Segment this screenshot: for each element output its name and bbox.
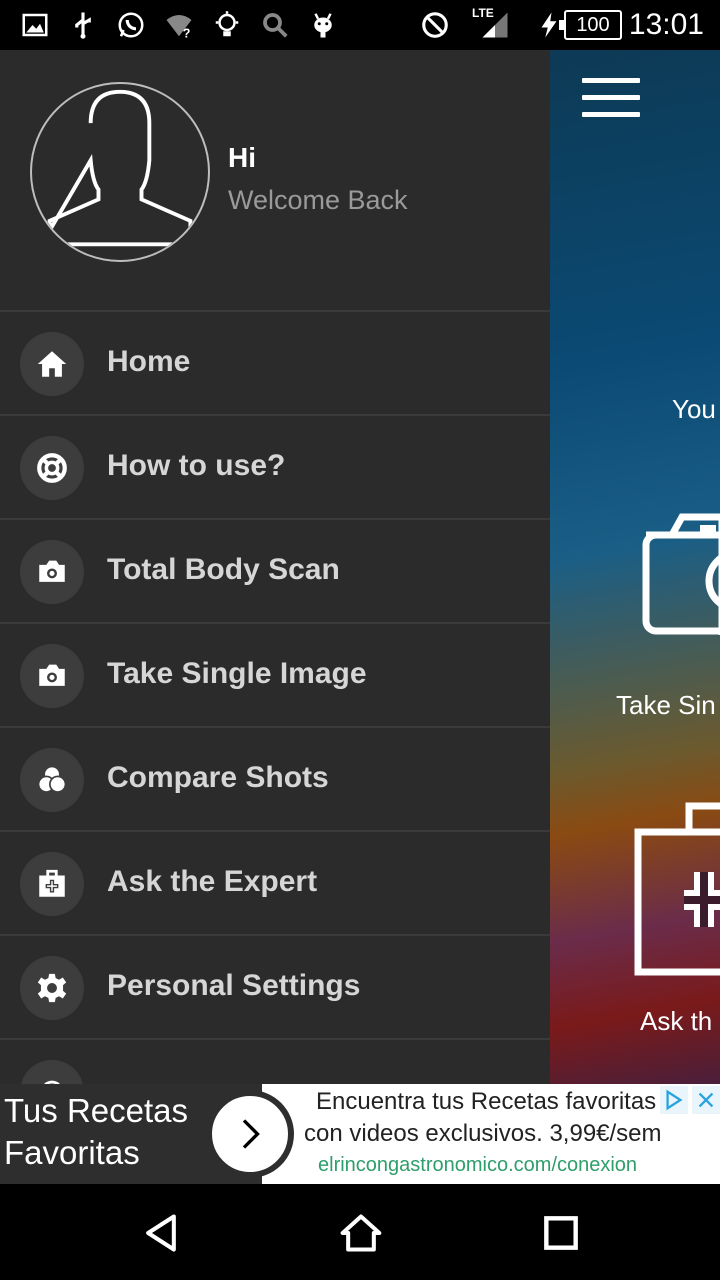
menu-item-compare-shots[interactable]: Compare Shots — [0, 728, 550, 832]
avatar[interactable] — [30, 82, 210, 262]
menu-item-personal-settings[interactable]: Personal Settings — [0, 936, 550, 1040]
usb-icon — [66, 8, 100, 42]
navigation-drawer: Hi Welcome Back Home How to use? Total B… — [0, 50, 550, 1084]
gallery-icon — [18, 8, 52, 42]
gear-icon — [20, 956, 84, 1020]
menu-item-how-to-use[interactable]: How to use? — [0, 416, 550, 520]
clock: 13:01 — [628, 8, 704, 41]
menu-label: Compare Shots — [107, 761, 329, 794]
camera-icon — [20, 540, 84, 604]
background-text-ask: Ask th — [640, 1006, 713, 1036]
background-text-you: You — [672, 394, 716, 424]
welcome-text: Welcome Back — [228, 185, 408, 215]
ad-line-1: Encuentra tus Recetas favoritas — [316, 1088, 657, 1115]
camera-large-icon[interactable] — [642, 505, 720, 635]
menu-item-partial[interactable] — [0, 1040, 550, 1084]
medical-kit-large-icon[interactable] — [634, 802, 720, 977]
menu-item-home[interactable]: Home — [0, 312, 550, 416]
background-text-take: Take Sin — [616, 690, 716, 720]
hamburger-menu-icon[interactable] — [582, 78, 640, 118]
back-icon[interactable] — [136, 1208, 186, 1258]
search-icon — [258, 8, 292, 42]
medical-kit-icon — [20, 852, 84, 916]
menu-label: Ask the Expert — [107, 865, 318, 898]
recents-icon[interactable] — [536, 1208, 586, 1258]
ad-banner[interactable]: Tus Recetas Favoritas Encuentra tus Rece… — [0, 1084, 720, 1184]
home-icon — [20, 332, 84, 396]
menu-label: How to use? — [107, 449, 286, 482]
ad-url[interactable]: elrincongastronomico.com/conexion — [318, 1154, 637, 1177]
lifebuoy-icon — [20, 436, 84, 500]
battery-level: 100 — [559, 10, 622, 40]
svg-text:?: ? — [183, 27, 191, 41]
android-icon — [306, 8, 340, 42]
bulb-icon — [210, 8, 244, 42]
background-app: You Take Sin Ask th — [550, 50, 720, 1084]
camera-icon — [20, 644, 84, 708]
menu-item-take-single-image[interactable]: Take Single Image — [0, 624, 550, 728]
menu-label: Total Body Scan — [107, 553, 340, 586]
menu-label: Take Single Image — [107, 657, 367, 690]
home-nav-icon[interactable] — [336, 1208, 386, 1258]
navigation-bar — [0, 1184, 720, 1280]
close-icon[interactable] — [692, 1086, 720, 1114]
whatsapp-icon — [114, 8, 148, 42]
do-not-disturb-icon — [418, 8, 452, 42]
wifi-unknown-icon: ? — [162, 8, 196, 42]
menu-item-ask-the-expert[interactable]: Ask the Expert — [0, 832, 550, 936]
signal-icon — [478, 8, 512, 42]
overlap-circles-icon — [20, 748, 84, 812]
menu-label: Home — [107, 345, 191, 378]
menu-item-total-body-scan[interactable]: Total Body Scan — [0, 520, 550, 624]
greeting: Hi — [228, 142, 256, 173]
status-bar: ? LTE 100 13:01 — [0, 0, 720, 50]
ad-line-2: con videos exclusivos. 3,99€/sem — [304, 1120, 662, 1147]
ad-choices-icon[interactable] — [660, 1086, 688, 1114]
partial-icon — [20, 1060, 84, 1084]
profile-header: Hi Welcome Back — [0, 50, 550, 312]
menu-label: Personal Settings — [107, 969, 361, 1002]
drawer-menu: Home How to use? Total Body Scan Take Si… — [0, 312, 550, 1084]
chevron-right-icon[interactable] — [206, 1090, 294, 1178]
ad-title: Tus Recetas Favoritas — [4, 1092, 189, 1171]
